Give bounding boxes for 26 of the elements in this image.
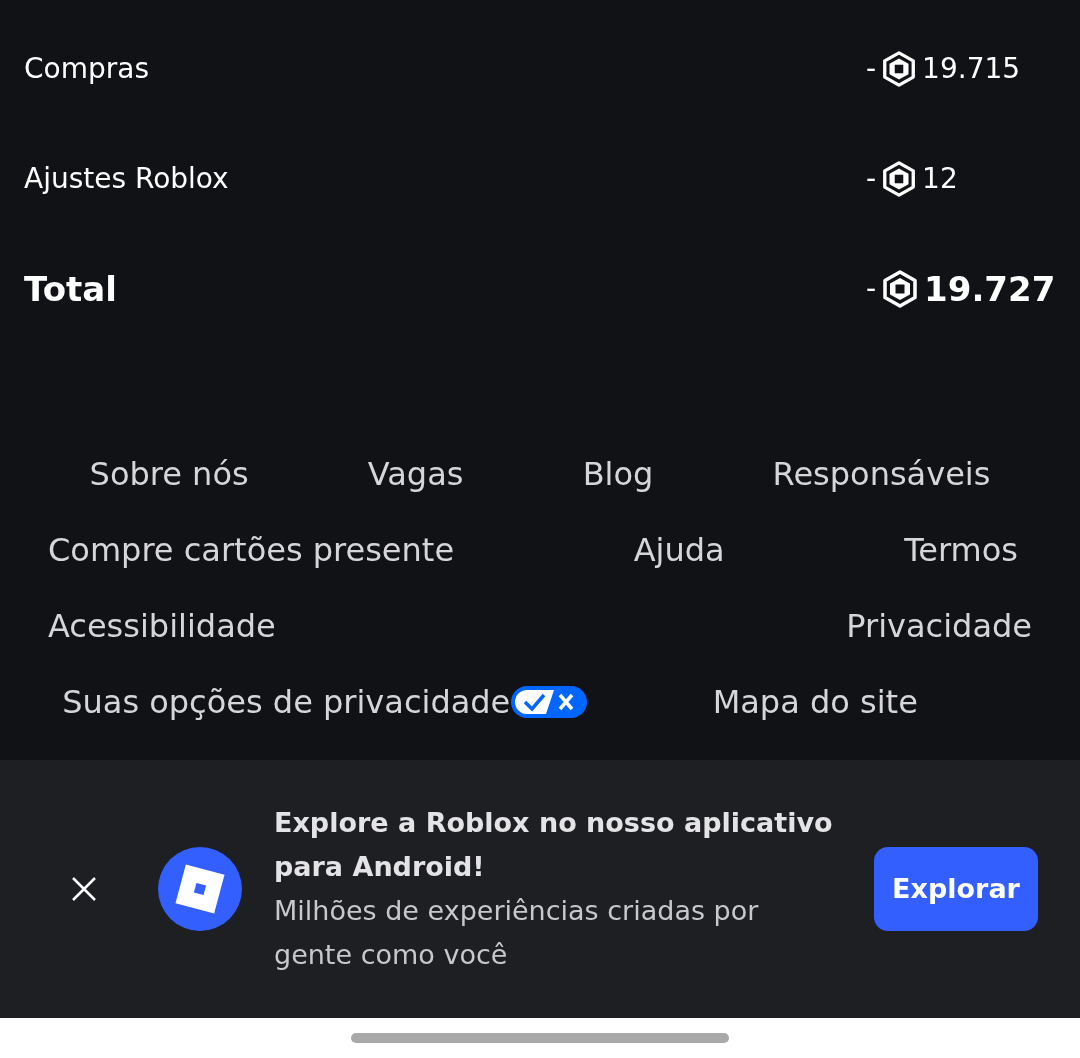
banner-subtitle: Milhões de experiências criadas por gente como você [274,894,760,972]
summary-label: Ajustes Roblox [24,161,229,197]
footer-link[interactable]: Sobre nós [89,454,249,494]
footer-link[interactable]: Acessibilidade [48,606,276,646]
footer-link[interactable]: Compre cartões presente [48,530,455,570]
minus-sign: - [866,271,877,307]
total-label: Total [24,267,117,311]
explore-button[interactable]: Explorar [874,847,1038,931]
footer-link[interactable]: Termos [904,530,1018,570]
amount: 12 [922,161,958,197]
footer-link[interactable]: Mapa do site [712,682,918,722]
footer-link[interactable]: Blog [582,454,654,494]
footer-link[interactable]: Vagas [367,454,464,494]
close-icon[interactable] [70,875,98,903]
total-amount: 19.727 [924,267,1056,311]
banner-title: Explore a Roblox no nosso aplicativo para Android! [274,806,834,884]
footer-link[interactable]: Suas opções de privacidade [62,682,589,722]
footer-link[interactable]: Privacidade [846,606,1032,646]
minus-sign: - [866,161,877,197]
minus-sign: - [866,51,877,87]
amount: 19.715 [922,51,1021,87]
footer-link[interactable]: Ajuda [633,530,725,570]
privacy-choices-icon [510,684,589,720]
app-logo-icon [158,847,242,931]
footer-link[interactable]: Responsáveis [772,454,991,494]
summary-label: Compras [24,51,149,87]
